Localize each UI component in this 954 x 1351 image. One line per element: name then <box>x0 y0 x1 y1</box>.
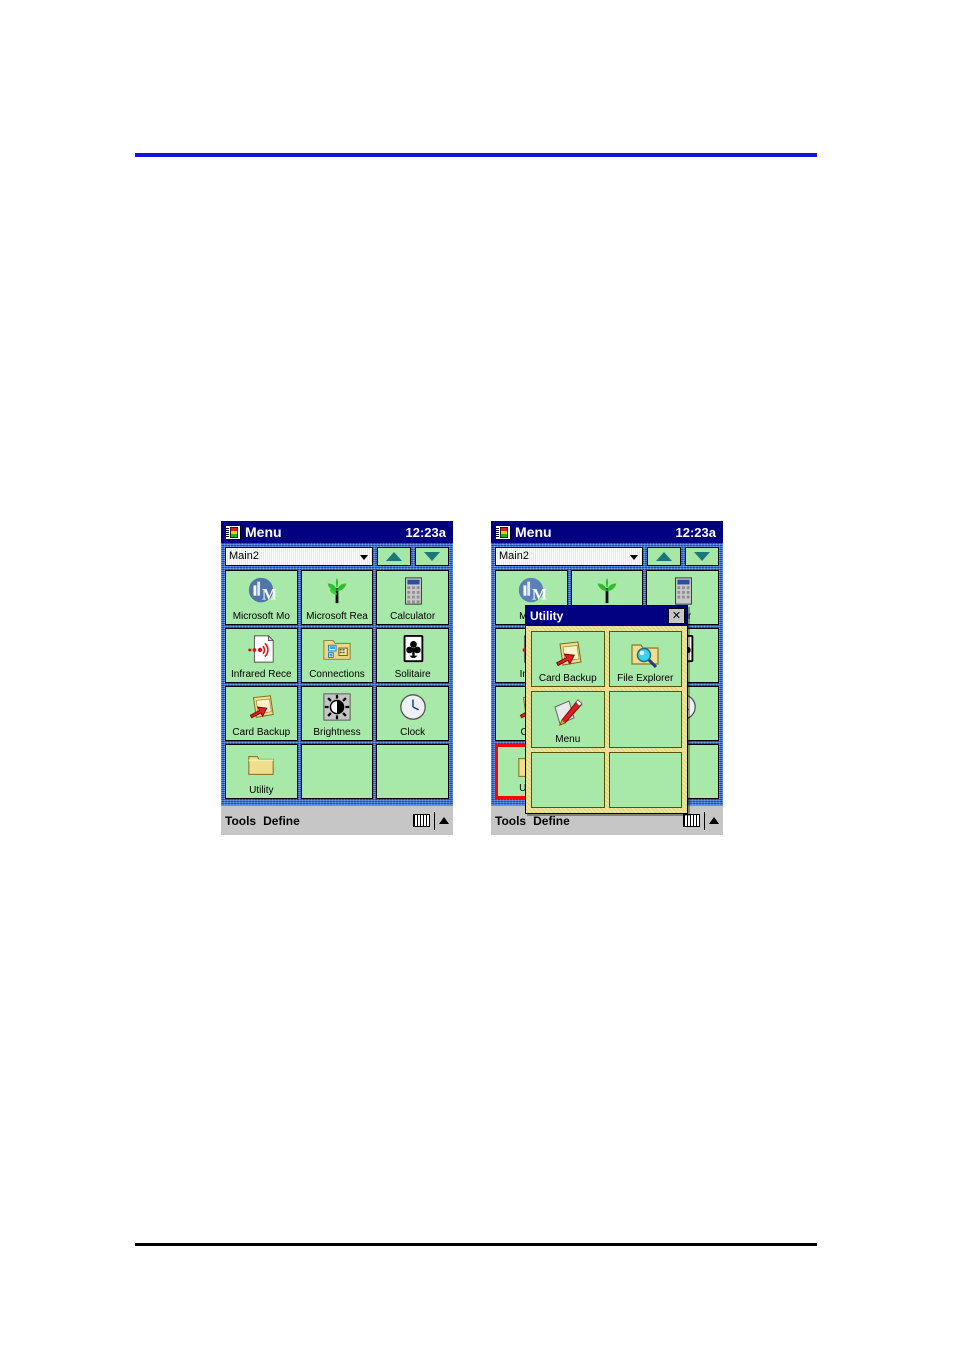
right-scroll-down-button[interactable] <box>685 547 719 566</box>
menu-define[interactable]: Define <box>263 815 300 827</box>
menu-app-icon <box>225 524 241 540</box>
tile-utility[interactable]: Utility <box>225 744 298 799</box>
menu-define[interactable]: Define <box>533 815 570 827</box>
tile-connections[interactable]: Connections <box>300 628 374 683</box>
left-page-combo-value: Main2 <box>229 550 259 562</box>
menu-tools[interactable]: Tools <box>495 815 526 827</box>
tile-label: Connections <box>309 669 365 680</box>
left-titlebar-clock: 12:23a <box>405 524 446 540</box>
triangle-up-icon <box>386 552 402 561</box>
dialog-tile-card-backup[interactable]: Card Backup <box>531 631 605 688</box>
right-page-combo-value: Main2 <box>499 550 529 562</box>
page-rule-bottom <box>135 1243 817 1246</box>
right-titlebar: Menu 12:23a <box>491 521 723 543</box>
file-explorer-icon <box>631 644 659 669</box>
tile-clock[interactable]: Clock <box>376 686 449 741</box>
infrared-receive-icon <box>248 634 275 663</box>
close-icon[interactable]: ✕ <box>668 608 685 624</box>
chevron-down-icon <box>360 555 368 560</box>
microsoft-money-icon: M <box>249 577 276 603</box>
left-scroll-up-button[interactable] <box>377 547 411 566</box>
dialog-tile-file-explorer[interactable]: File Explorer <box>608 631 682 688</box>
card-backup-icon <box>250 695 275 719</box>
tile-infrared-receive[interactable]: Infrared Rece <box>225 628 298 683</box>
tile-label: Calculator <box>390 611 436 622</box>
microsoft-reader-icon <box>327 577 347 604</box>
tile-label: Card Backup <box>538 673 597 685</box>
brightness-icon <box>323 693 351 721</box>
svg-text:M: M <box>532 586 546 603</box>
triangle-down-icon <box>694 552 710 561</box>
tile-label: Brightness <box>313 727 361 738</box>
triangle-up-icon <box>656 552 672 561</box>
calculator-icon <box>404 577 422 605</box>
utility-dialog-grid: Card Backup File Explorer Menu <box>531 631 682 808</box>
tile-empty[interactable] <box>376 744 449 799</box>
page-rule-top <box>135 153 817 157</box>
triangle-down-icon <box>424 552 440 561</box>
pda-screenshot-left: Menu 12:23a Main2 M Microsoft Mo Microso… <box>221 521 453 835</box>
tile-label: File Explorer <box>617 673 674 685</box>
footer-divider <box>434 811 435 830</box>
dialog-tile-empty[interactable] <box>531 751 605 808</box>
right-scroll-up-button[interactable] <box>647 547 681 566</box>
tile-calculator[interactable]: Calculator <box>376 570 449 625</box>
left-footer-right <box>413 811 449 830</box>
tile-label: Menu <box>555 733 581 745</box>
tile-card-backup[interactable]: Card Backup <box>225 686 298 741</box>
utility-dialog: Utility ✕ Card Backup File Explorer Menu <box>525 605 688 814</box>
left-footer-toolbar: Tools Define <box>221 805 453 835</box>
dialog-tile-empty[interactable] <box>608 691 682 748</box>
footer-divider <box>704 811 705 830</box>
right-selector-row: Main2 <box>495 547 719 566</box>
utility-dialog-titlebar: Utility ✕ <box>526 606 687 626</box>
dialog-tile-menu[interactable]: Menu <box>531 691 605 748</box>
left-page-combo[interactable]: Main2 <box>225 547 373 566</box>
tile-label: Microsoft Rea <box>306 611 368 622</box>
calculator-icon <box>674 577 692 605</box>
menu-tools[interactable]: Tools <box>225 815 256 827</box>
tile-label: Infrared Rece <box>231 669 292 680</box>
left-scroll-down-button[interactable] <box>415 547 449 566</box>
card-backup-icon <box>555 641 582 667</box>
left-titlebar: Menu 12:23a <box>221 521 453 543</box>
left-screen-body: Main2 M Microsoft Mo Microsoft Rea Calcu… <box>221 543 453 805</box>
keyboard-icon[interactable] <box>683 814 700 827</box>
keyboard-icon[interactable] <box>413 814 430 827</box>
tile-brightness[interactable]: Brightness <box>300 686 374 741</box>
right-titlebar-title: Menu <box>515 524 552 540</box>
microsoft-reader-icon <box>597 577 617 604</box>
left-titlebar-title: Menu <box>245 524 282 540</box>
tile-label: Utility <box>249 785 274 796</box>
svg-text:M: M <box>262 586 276 603</box>
connections-folder-icon <box>323 640 351 660</box>
tile-microsoft-money[interactable]: M Microsoft Mo <box>225 570 298 625</box>
utility-dialog-title: Utility <box>530 609 564 623</box>
solitaire-card-icon <box>403 634 423 663</box>
pda-screenshot-right: Menu 12:23a Main2 M Utility ✕ Card Backu… <box>491 521 723 835</box>
left-selector-row: Main2 <box>225 547 449 566</box>
tile-microsoft-reader[interactable]: Microsoft Rea <box>300 570 374 625</box>
folder-icon <box>248 756 275 775</box>
triangle-up-icon[interactable] <box>709 817 719 824</box>
microsoft-money-icon: M <box>519 577 546 603</box>
tile-solitaire[interactable]: Solitaire <box>376 628 449 683</box>
tile-label: Microsoft Mo <box>232 611 290 622</box>
dialog-tile-empty[interactable] <box>608 751 682 808</box>
chevron-down-icon <box>630 555 638 560</box>
tile-empty[interactable] <box>300 744 374 799</box>
triangle-up-icon[interactable] <box>439 817 449 824</box>
menu-pen-icon <box>554 699 583 727</box>
menu-app-icon <box>495 524 511 540</box>
right-footer-right <box>683 811 719 830</box>
left-app-grid: M Microsoft Mo Microsoft Rea Calculator … <box>225 570 449 799</box>
tile-label: Card Backup <box>232 727 291 738</box>
right-page-combo[interactable]: Main2 <box>495 547 643 566</box>
right-screen-body: Main2 M Micro <box>491 543 723 814</box>
tile-label: Solitaire <box>394 669 431 680</box>
utility-dialog-body: Card Backup File Explorer Menu <box>526 626 687 813</box>
clock-icon <box>399 694 426 720</box>
right-titlebar-clock: 12:23a <box>675 524 716 540</box>
tile-label: Clock <box>400 727 426 738</box>
